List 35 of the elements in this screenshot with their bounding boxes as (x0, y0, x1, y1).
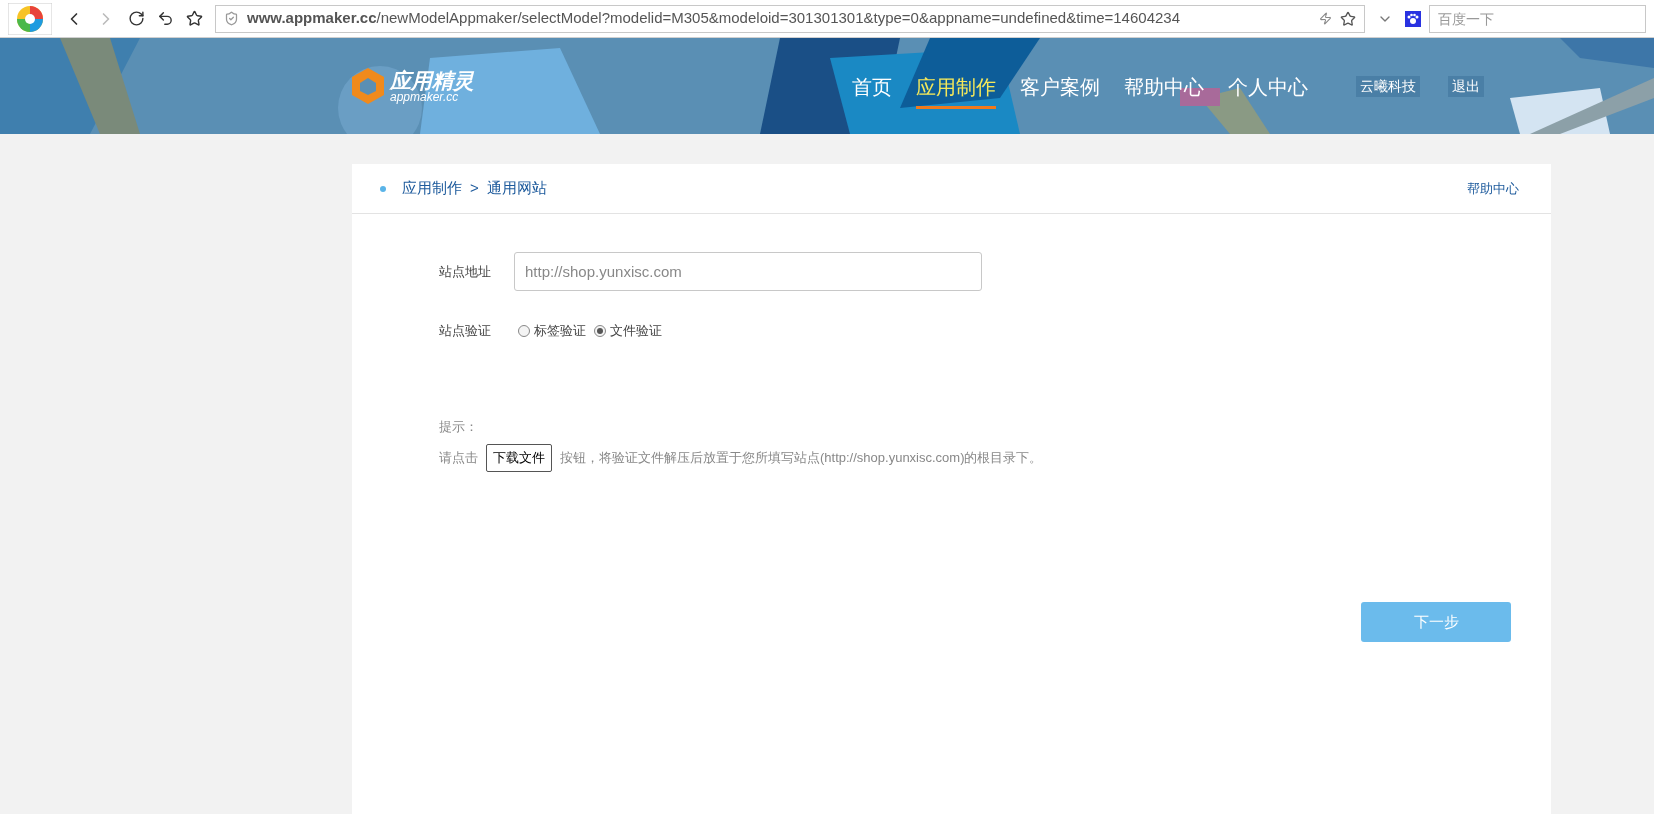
logo-title: 应用精灵 (390, 69, 474, 91)
radio-label[interactable]: 文件验证 (610, 321, 662, 341)
breadcrumb-link[interactable]: 通用网站 (486, 177, 547, 200)
nav-link[interactable]: 首页 (852, 63, 892, 109)
download-button[interactable]: 下载文件 (486, 444, 552, 472)
help-link[interactable]: 帮助中心 (1467, 178, 1519, 199)
nav-link[interactable]: 帮助中心 (1124, 63, 1204, 109)
reload-icon[interactable] (128, 10, 145, 27)
user-link[interactable]: 云曦科技 (1356, 75, 1420, 97)
address-bar[interactable]: www.appmaker.cc/newModelAppmaker/selectModel?modelid=M305&modeloid=301301301&type=0&appname=undefined&time=14604234 (215, 4, 1365, 33)
radio-label[interactable]: 标签验证 (534, 321, 586, 341)
nav-link[interactable]: 个人中心 (1228, 63, 1308, 109)
site-url-field[interactable]: http://shop.yunxisc.com (514, 252, 982, 291)
hint-text: 按钮，将验证文件解压后放置于您所填写站点(http://shop.yunxisc.com)的根目录下。 (560, 449, 1043, 468)
field-label: 站点验证 (439, 322, 492, 340)
nav-link[interactable]: 客户案例 (1020, 63, 1100, 109)
breadcrumb-separator: > (470, 178, 479, 199)
logout-link[interactable]: 退出 (1448, 75, 1484, 97)
hint-title: 提示： (439, 417, 479, 436)
radio-button[interactable] (518, 324, 530, 337)
bookmark-icon[interactable] (186, 10, 203, 27)
hint-text: 请点击 (439, 449, 478, 468)
bullet-icon (380, 185, 386, 192)
cube-logo-icon (350, 66, 386, 106)
url-text: www.appmaker.cc/newModelAppmaker/selectModel?modelid=M305&modeloid=301301301&type=0&appname=undefined&time=14604234 (247, 8, 1181, 29)
shield-icon (224, 11, 239, 26)
field-label: 站点地址 (439, 262, 492, 281)
undo-icon[interactable] (157, 10, 174, 27)
breadcrumb-link[interactable]: 应用制作 (402, 177, 462, 200)
lightning-icon (1319, 12, 1332, 25)
paw-icon (1405, 10, 1421, 27)
nav-link[interactable]: 应用制作 (916, 63, 996, 109)
search-field[interactable]: 百度一下 (1429, 4, 1646, 33)
radio-button[interactable] (594, 324, 606, 337)
star-icon[interactable] (1340, 10, 1356, 27)
